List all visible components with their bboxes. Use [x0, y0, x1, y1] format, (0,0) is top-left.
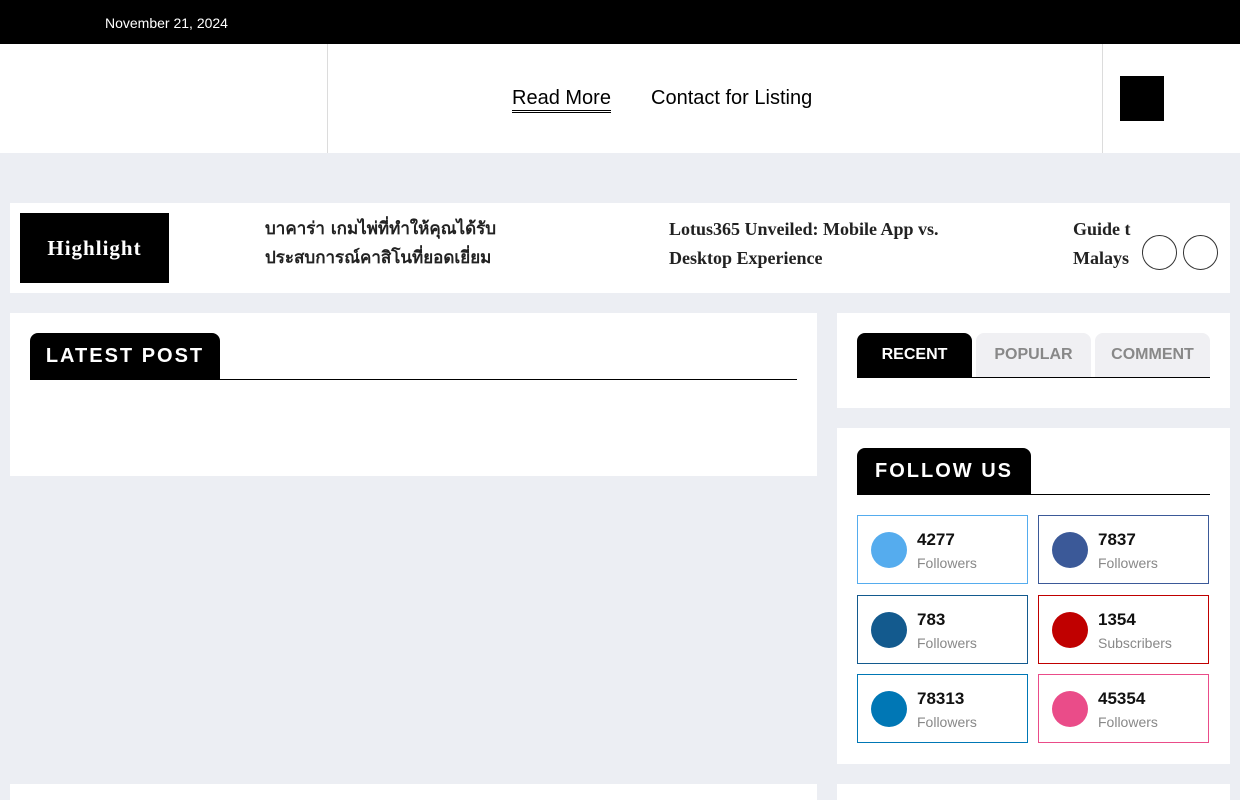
social-count: 7837 [1098, 530, 1136, 549]
social-linkedin[interactable]: 78313 Followers [857, 674, 1028, 743]
header-divider-right [1102, 44, 1103, 153]
instagram-icon [1052, 691, 1088, 727]
ticker-item-line: Malays [1073, 248, 1129, 268]
social-unit: Followers [1098, 714, 1158, 730]
twitter-icon [871, 532, 907, 568]
follow-us-title: FOLLOW US [857, 448, 1031, 495]
ticker-item-lotus365[interactable]: Lotus365 Unveiled: Mobile App vs. Deskto… [669, 215, 939, 273]
ticker-item-line: ประสบการณ์คาสิโนที่ยอดเยี่ยม [265, 248, 492, 268]
ticker-item-guide[interactable]: Guide t Malays [1073, 215, 1131, 273]
social-tumblr[interactable]: 783 Followers [857, 595, 1028, 664]
top-bar: November 21, 2024 [0, 0, 1240, 44]
social-facebook[interactable]: 7837 Followers [1038, 515, 1209, 584]
nav-read-more[interactable]: Read More [512, 87, 611, 113]
tab-comment[interactable]: COMMENT [1095, 333, 1210, 377]
ticker-item-line: Desktop Experience [669, 248, 823, 268]
social-count: 78313 [917, 689, 965, 708]
ticker-item-baccarat[interactable]: บาคาร่า เกมไพ่ที่ทำให้คุณได้รับ ประสบการ… [265, 215, 496, 273]
social-count: 4277 [917, 530, 955, 549]
next-section-card-right [837, 784, 1230, 800]
social-unit: Followers [917, 714, 977, 730]
tab-recent[interactable]: RECENT [857, 333, 972, 377]
social-count: 45354 [1098, 689, 1146, 708]
site-header: Read More Contact for Listing [0, 44, 1240, 153]
nav-contact-for-listing[interactable]: Contact for Listing [651, 87, 812, 109]
ticker-prev-button[interactable] [1142, 235, 1177, 270]
social-youtube[interactable]: 1354 Subscribers [1038, 595, 1209, 664]
next-section-card-left [10, 784, 817, 800]
social-instagram[interactable]: 45354 Followers [1038, 674, 1209, 743]
posts-tabs-widget: RECENT POPULAR COMMENT [837, 313, 1230, 408]
ticker-next-button[interactable] [1183, 235, 1218, 270]
youtube-icon [1052, 612, 1088, 648]
highlight-ticker: Highlight บาคาร่า เกมไพ่ที่ทำให้คุณได้รั… [10, 203, 1230, 293]
header-divider-left [327, 44, 328, 153]
social-unit: Followers [917, 555, 977, 571]
follow-us-widget: FOLLOW US 4277 Followers 7837 Followers … [837, 428, 1230, 764]
linkedin-icon [871, 691, 907, 727]
latest-post-section: LATEST POST [10, 313, 817, 476]
tabs-underline [857, 377, 1210, 378]
ticker-item-line: Lotus365 Unveiled: Mobile App vs. [669, 219, 939, 239]
facebook-icon [1052, 532, 1088, 568]
social-count: 1354 [1098, 610, 1136, 629]
latest-post-header: LATEST POST [30, 333, 797, 380]
tab-popular[interactable]: POPULAR [976, 333, 1091, 377]
social-count: 783 [917, 610, 946, 629]
latest-post-title: LATEST POST [30, 333, 220, 380]
current-date: November 21, 2024 [105, 15, 228, 31]
ticker-item-line: Guide t [1073, 219, 1131, 239]
social-unit: Followers [1098, 555, 1158, 571]
follow-us-header: FOLLOW US [857, 448, 1210, 495]
menu-toggle-button[interactable] [1120, 76, 1164, 121]
ticker-item-line: บาคาร่า เกมไพ่ที่ทำให้คุณได้รับ [265, 219, 497, 239]
highlight-label: Highlight [20, 213, 169, 283]
ticker-overflow-clip: Guide t Malays [1073, 203, 1143, 293]
social-unit: Followers [917, 635, 977, 651]
tumblr-icon [871, 612, 907, 648]
social-unit: Subscribers [1098, 635, 1172, 651]
social-twitter[interactable]: 4277 Followers [857, 515, 1028, 584]
